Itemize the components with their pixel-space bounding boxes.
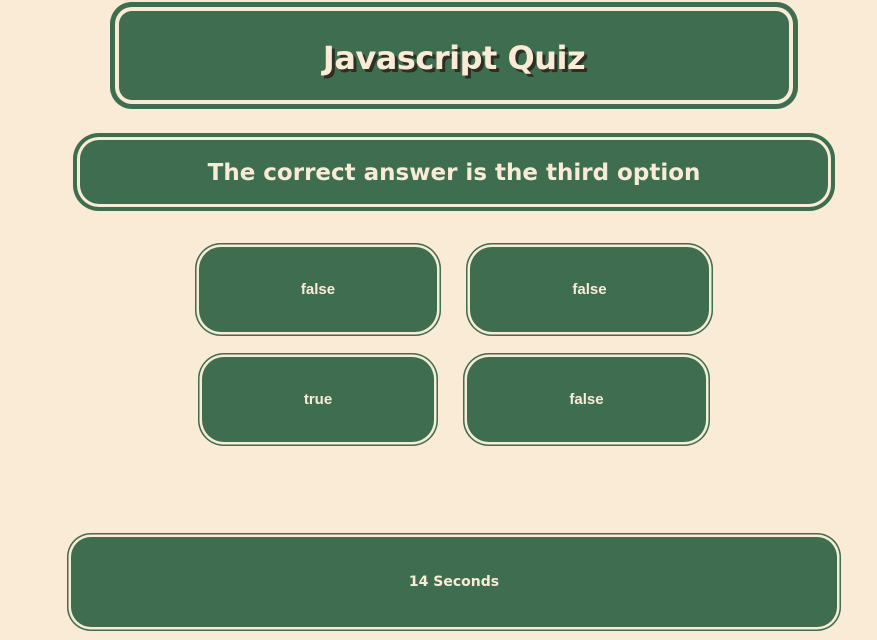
timer-panel: 14 Seconds [67,533,841,631]
answer-option-2-button[interactable]: false [466,243,713,336]
answer-option-1-button[interactable]: false [195,243,441,336]
quiz-title-banner: Javascript Quiz [110,2,798,109]
answer-option-1-label: false [300,281,336,298]
answer-option-4-button[interactable]: false [463,353,710,446]
answer-option-4-label: false [569,391,604,408]
question-text: The correct answer is the third option [207,160,701,186]
question-banner: The correct answer is the third option [73,133,835,211]
quiz-title: Javascript Quiz [322,38,586,77]
timer-countdown: 14 Seconds [408,574,500,590]
answer-option-3-button[interactable]: true [198,353,438,446]
answer-option-2-label: false [572,281,607,298]
answer-option-3-label: true [303,391,333,408]
